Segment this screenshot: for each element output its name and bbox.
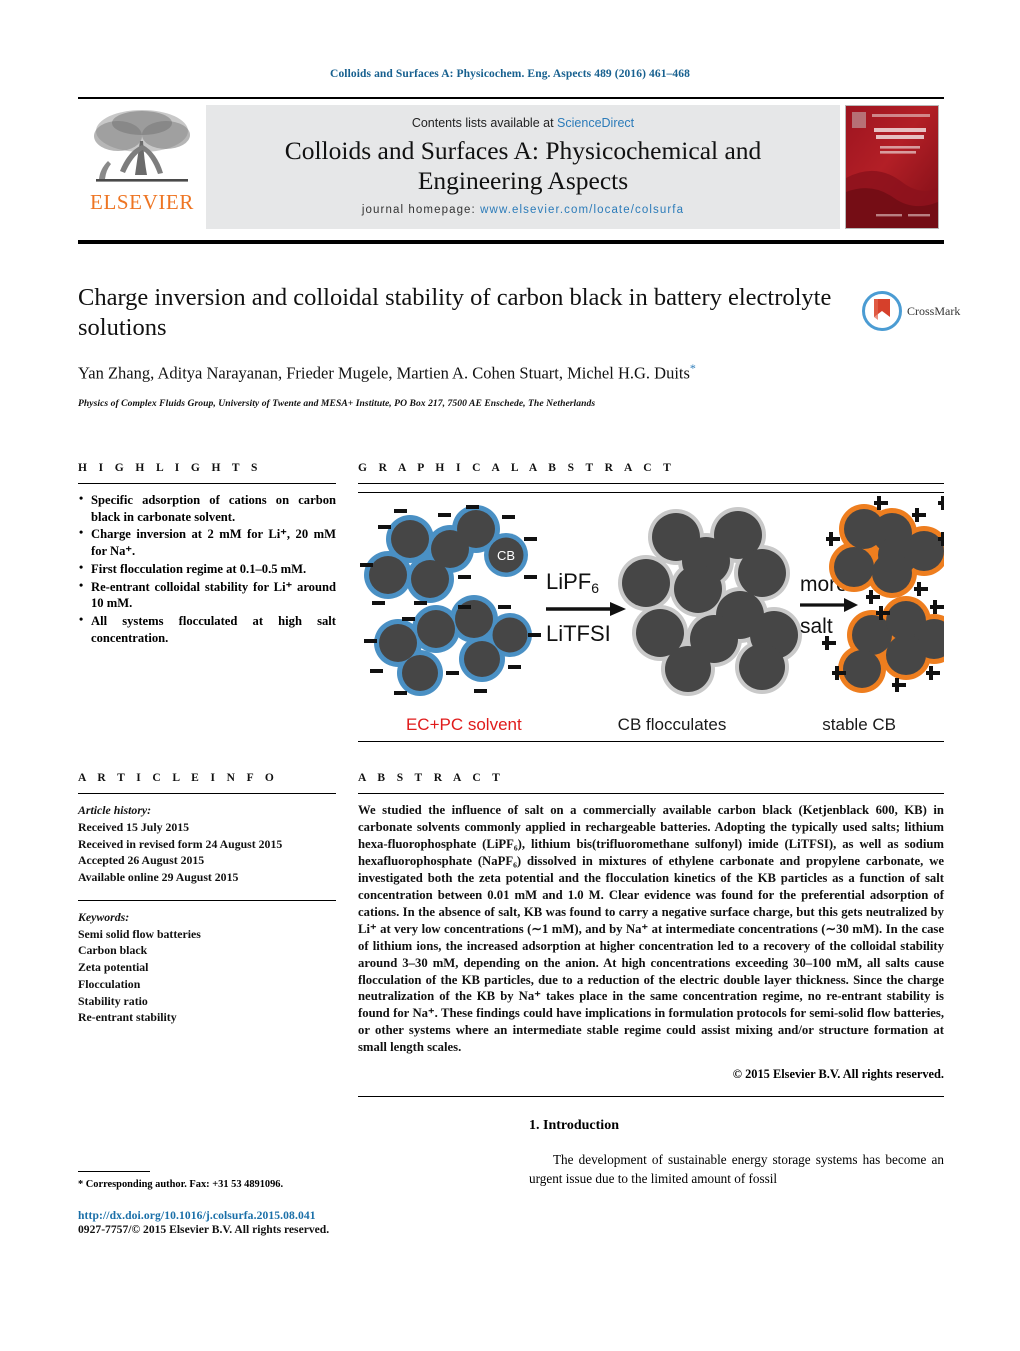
journal-cover-image	[845, 105, 939, 229]
corresponding-author-marker: *	[689, 361, 696, 376]
graphical-abstract-heading: G R A P H I C A L A B S T R A C T	[358, 462, 676, 474]
highlights-section: H I G H L I G H T S Specific adsorption …	[78, 462, 336, 648]
list-item: All systems flocculated at high salt con…	[78, 612, 336, 646]
keywords-rule	[78, 899, 336, 901]
contents-prefix: Contents lists available at	[411, 116, 554, 131]
homepage-label: journal homepage:	[361, 203, 476, 216]
corresponding-author-footnote: * Corresponding author. Fax: +31 53 4891…	[78, 1171, 378, 1190]
graphical-abstract-diagram: CB LiPF6 LiTFSI more salt	[360, 496, 944, 696]
abstract-rule	[358, 793, 944, 794]
author-list: Yan Zhang, Aditya Narayanan, Frieder Mug…	[78, 360, 838, 385]
journal-title-line-2: Engineering Aspects	[417, 166, 629, 195]
page-title: Charge inversion and colloidal stability…	[78, 284, 832, 341]
abstract-section: A B S T R A C T We studied the influence…	[358, 772, 944, 1105]
journal-article-page: Colloids and Surfaces A: Physicochem. En…	[0, 0, 1020, 1351]
arrow2-bottom-label: salt	[800, 615, 833, 638]
left-cluster-group: CB	[360, 505, 541, 696]
elsevier-logo: ELSEVIER	[78, 99, 206, 235]
crossmark-badge[interactable]: CrossMark	[862, 288, 962, 334]
caption-stable-cb: stable CB	[822, 715, 896, 734]
keyword-item: Re-entrant stability	[78, 1010, 177, 1025]
article-header: Charge inversion and colloidal stability…	[78, 283, 838, 409]
article-info-rule	[78, 793, 336, 794]
abstract-heading: A B S T R A C T	[358, 772, 505, 784]
negative-aggregate-2	[374, 595, 532, 696]
flocculate-cluster-group	[618, 507, 802, 696]
positive-aggregate-2	[838, 596, 944, 693]
author-names: Yan Zhang, Aditya Narayanan, Frieder Mug…	[78, 363, 690, 383]
graphical-abstract-captions: EC+PC solvent CB flocculates stable CB	[358, 715, 944, 735]
arrow2-head-icon	[844, 598, 858, 612]
history-item: Received in revised form 24 August 2015	[78, 836, 283, 851]
introduction-section: 1. Introduction The development of susta…	[529, 1118, 944, 1188]
history-item: Available online 29 August 2015	[78, 870, 239, 884]
article-history-block: Article history: Received 15 July 2015 R…	[78, 802, 336, 886]
caption-cb-flocculates: CB flocculates	[617, 715, 727, 734]
abstract-text: We studied the influence of salt on a co…	[358, 803, 944, 1055]
abstract-bottom-rule	[358, 1096, 944, 1098]
cb-particle-label: CB	[497, 548, 515, 563]
journal-cover-thumbnail	[840, 99, 944, 235]
journal-banner: Contents lists available at ScienceDirec…	[206, 105, 840, 229]
graphical-abstract-figure: CB LiPF6 LiTFSI more salt EC+PC solvent …	[358, 492, 944, 742]
journal-homepage-line: journal homepage: www.elsevier.com/locat…	[362, 204, 684, 216]
keyword-item: Semi solid flow batteries	[78, 926, 201, 941]
arrow1-bottom-label: LiTFSI	[546, 621, 611, 646]
journal-title-line-1: Colloids and Surfaces A: Physicochemical…	[284, 136, 762, 166]
doi-link[interactable]: http://dx.doi.org/10.1016/j.colsurfa.201…	[78, 1209, 578, 1222]
list-item: First flocculation regime at 0.1–0.5 mM.	[78, 560, 336, 578]
journal-title: Colloids and Surfaces A: Physicochemical…	[285, 136, 762, 196]
footnote-rule	[78, 1171, 150, 1172]
affiliation: Physics of Complex Fluids Group, Univers…	[78, 397, 596, 409]
article-info-section: A R T I C L E I N F O Article history: R…	[78, 772, 336, 1026]
page-footer: http://dx.doi.org/10.1016/j.colsurfa.201…	[78, 1209, 578, 1236]
masthead-bottom-rule	[78, 240, 944, 244]
homepage-url-link[interactable]: www.elsevier.com/locate/colsurfa	[480, 204, 684, 216]
highlights-heading: H I G H L I G H T S	[78, 462, 262, 474]
keyword-item: Zeta potential	[78, 960, 149, 974]
graphical-abstract-rule	[358, 483, 944, 484]
graphical-abstract-section: G R A P H I C A L A B S T R A C T CB LiP…	[358, 462, 944, 742]
abstract-copyright: © 2015 Elsevier B.V. All rights reserved…	[732, 1067, 944, 1082]
running-head: Colloids and Surfaces A: Physicochem. En…	[330, 68, 690, 80]
arrow1-top-label: LiPF6	[546, 569, 599, 596]
sciencedirect-link[interactable]: ScienceDirect	[557, 116, 634, 130]
arrow-lipf6-group: LiPF6 LiTFSI	[546, 569, 626, 646]
list-item: Re-entrant colloidal stability for Li⁺ a…	[78, 578, 336, 612]
introduction-heading: 1. Introduction	[529, 1118, 619, 1133]
contents-available-line: Contents lists available at ScienceDirec…	[412, 116, 634, 130]
negative-aggregate-1: CB	[364, 505, 528, 603]
keyword-item: Stability ratio	[78, 993, 148, 1008]
list-item: Charge inversion at 2 mM for Li⁺, 20 mM …	[78, 525, 336, 559]
keyword-item: Carbon black	[78, 943, 148, 958]
footnote-text: * Corresponding author. Fax: +31 53 4891…	[78, 1179, 284, 1190]
elsevier-wordmark: ELSEVIER	[90, 190, 194, 214]
issn-copyright: 0927-7757/© 2015 Elsevier B.V. All right…	[78, 1223, 330, 1236]
highlights-list: Specific adsorption of cations on carbon…	[78, 491, 336, 647]
keyword-item: Flocculation	[78, 976, 141, 991]
keywords-block: Keywords: Semi solid flow batteries Carb…	[78, 909, 336, 1026]
article-history-label: Article history:	[78, 803, 152, 817]
history-item: Accepted 26 August 2015	[78, 853, 205, 868]
caption-ec-pc-solvent: EC+PC solvent	[405, 715, 522, 734]
positive-aggregate-1	[829, 504, 944, 598]
article-info-heading: A R T I C L E I N F O	[78, 772, 279, 784]
crossmark-label: CrossMark	[907, 303, 961, 318]
highlights-rule	[78, 483, 336, 484]
crossmark-icon	[862, 291, 902, 331]
journal-masthead: ELSEVIER Contents lists available at Sci…	[78, 97, 944, 235]
introduction-paragraph: The development of sustainable energy st…	[529, 1152, 944, 1186]
list-item: Specific adsorption of cations on carbon…	[78, 491, 336, 525]
arrow1-head-icon	[610, 602, 626, 616]
elsevier-tree-icon	[94, 110, 190, 182]
history-item: Received 15 July 2015	[78, 819, 190, 834]
keywords-label: Keywords:	[78, 909, 130, 924]
